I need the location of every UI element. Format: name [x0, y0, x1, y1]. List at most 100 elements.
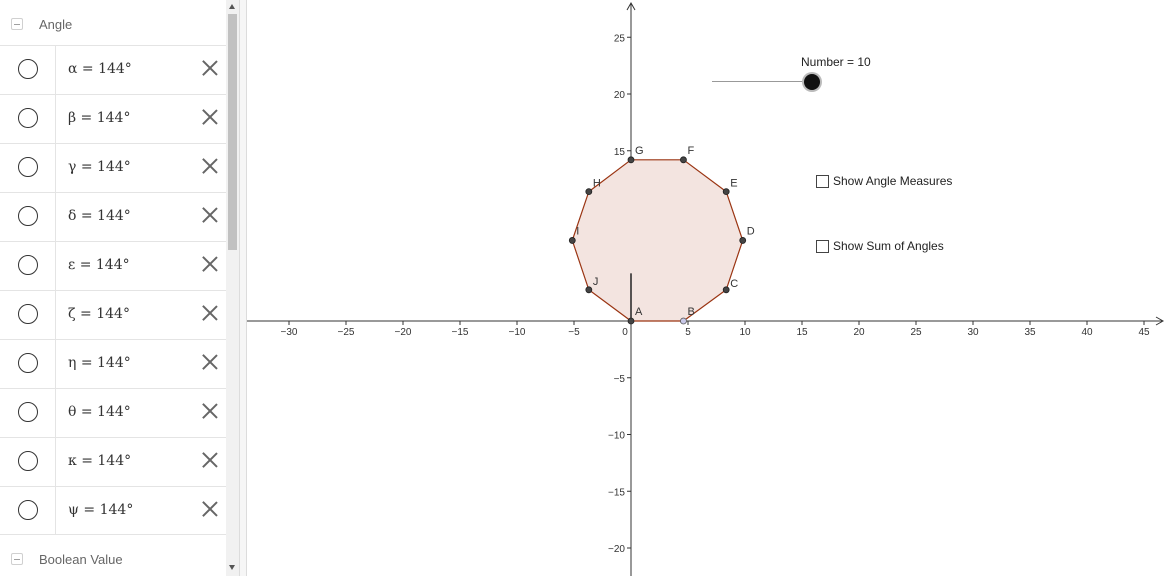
vertex-label-g: G: [635, 145, 644, 157]
vertex-label-j: J: [593, 276, 599, 288]
delete-icon[interactable]: [200, 352, 220, 372]
vertex-label-h: H: [593, 178, 601, 190]
visibility-toggle[interactable]: [18, 304, 38, 324]
x-tick-label: 25: [910, 327, 922, 338]
marble-cell: [0, 487, 56, 535]
graphics-view[interactable]: −30 −25 −20 −15 −10 −5 0 5 10 15 20 25 30 35 40 45 25 20 1…: [247, 0, 1168, 576]
visibility-toggle[interactable]: [18, 402, 38, 422]
x-tick-label: 15: [796, 327, 808, 338]
scroll-thumb[interactable]: [228, 14, 237, 250]
checkbox-label[interactable]: Show Angle Measures: [833, 174, 952, 188]
x-tick-label: −15: [452, 327, 469, 338]
x-tick-label: 10: [739, 327, 751, 338]
y-tick-label: 25: [614, 33, 626, 44]
vertex-point-h: [585, 188, 593, 196]
angle-row-gamma[interactable]: γ = 144°: [0, 143, 226, 192]
show-sum-of-angles-checkbox[interactable]: Show Sum of Angles: [816, 239, 944, 253]
x-tick-label: −10: [509, 327, 526, 338]
marble-cell: [0, 46, 56, 94]
visibility-toggle[interactable]: [18, 157, 38, 177]
group-header-boolean[interactable]: Boolean Value: [0, 537, 226, 576]
visibility-toggle[interactable]: [18, 353, 38, 373]
slider-label: Number = 10: [801, 55, 871, 69]
visibility-toggle[interactable]: [18, 451, 38, 471]
angle-formula[interactable]: ψ = 144°: [68, 502, 133, 518]
scroll-up-icon[interactable]: [229, 4, 235, 9]
angle-row-theta[interactable]: θ = 144°: [0, 388, 226, 437]
delete-icon[interactable]: [200, 401, 220, 421]
angle-row-beta[interactable]: β = 144°: [0, 94, 226, 143]
delete-icon[interactable]: [200, 107, 220, 127]
angle-formula[interactable]: α = 144°: [68, 61, 132, 77]
x-tick-label: 35: [1024, 327, 1036, 338]
delete-icon[interactable]: [200, 156, 220, 176]
angle-formula[interactable]: ζ = 144°: [68, 306, 130, 322]
algebra-scrollbar[interactable]: [226, 0, 239, 576]
slider-track[interactable]: [712, 81, 812, 82]
x-tick-label: −30: [281, 327, 298, 338]
angle-formula[interactable]: θ = 144°: [68, 404, 131, 420]
angle-formula[interactable]: ε = 144°: [68, 257, 130, 273]
marble-cell: [0, 95, 56, 143]
x-tick-label: 0: [622, 327, 628, 338]
angle-row-alpha[interactable]: α = 144°: [0, 45, 226, 94]
visibility-toggle[interactable]: [18, 59, 38, 79]
x-tick-label: 40: [1081, 327, 1093, 338]
y-tick-label: 20: [614, 90, 626, 101]
x-tick-label: 45: [1138, 327, 1150, 338]
x-tick-label: −20: [395, 327, 412, 338]
vertex-label-a: A: [635, 306, 643, 318]
group-header-angle[interactable]: Angle: [0, 2, 226, 46]
angle-formula[interactable]: γ = 144°: [68, 159, 131, 175]
angle-row-delta[interactable]: δ = 144°: [0, 192, 226, 241]
angle-row-psi[interactable]: ψ = 144°: [0, 486, 226, 535]
vertex-point-b: [680, 317, 687, 325]
angle-row-epsilon[interactable]: ε = 144°: [0, 241, 226, 290]
vertex-point-j: [585, 286, 593, 294]
marble-cell: [0, 389, 56, 437]
y-tick-label: −20: [608, 544, 625, 555]
angle-formula[interactable]: β = 144°: [68, 110, 130, 126]
scroll-down-icon[interactable]: [229, 565, 235, 570]
vertex-point-e: [722, 188, 730, 196]
visibility-toggle[interactable]: [18, 500, 38, 520]
delete-icon[interactable]: [200, 303, 220, 323]
visibility-toggle[interactable]: [18, 255, 38, 275]
marble-cell: [0, 291, 56, 339]
delete-icon[interactable]: [200, 254, 220, 274]
vertex-label-c: C: [730, 278, 738, 290]
vertex-label-i: I: [576, 225, 579, 237]
checkbox-box[interactable]: [816, 239, 829, 253]
vertex-label-e: E: [730, 178, 737, 190]
delete-icon[interactable]: [200, 205, 220, 225]
checkbox-box[interactable]: [816, 174, 829, 188]
vertex-label-f: F: [687, 145, 694, 157]
checkbox-label[interactable]: Show Sum of Angles: [833, 239, 944, 253]
y-tick-label: −10: [608, 431, 625, 442]
x-tick-label: 20: [853, 327, 865, 338]
collapse-icon[interactable]: [11, 18, 23, 30]
x-tick-label: 5: [685, 327, 691, 338]
visibility-toggle[interactable]: [18, 108, 38, 128]
marble-cell: [0, 193, 56, 241]
marble-cell: [0, 438, 56, 486]
angle-row-eta[interactable]: η = 144°: [0, 339, 226, 388]
vertex-point-g: [627, 156, 635, 164]
show-angle-measures-checkbox[interactable]: Show Angle Measures: [816, 174, 952, 188]
coordinate-plane[interactable]: −30 −25 −20 −15 −10 −5 0 5 10 15 20 25 30 35 40 45 25 20 1…: [247, 0, 1168, 576]
vertex-point-d: [739, 237, 747, 244]
angle-formula[interactable]: κ = 144°: [68, 453, 131, 469]
delete-icon[interactable]: [200, 499, 220, 519]
algebra-view: Angle α = 144° β = 144° γ = 144° δ = 144…: [0, 0, 226, 576]
angle-formula[interactable]: η = 144°: [68, 355, 131, 371]
x-tick-label: −25: [338, 327, 355, 338]
visibility-toggle[interactable]: [18, 206, 38, 226]
collapse-icon[interactable]: [11, 553, 23, 565]
angle-row-kappa[interactable]: κ = 144°: [0, 437, 226, 486]
slider-knob[interactable]: [804, 74, 820, 90]
angle-row-zeta[interactable]: ζ = 144°: [0, 290, 226, 339]
delete-icon[interactable]: [200, 58, 220, 78]
delete-icon[interactable]: [200, 450, 220, 470]
angle-formula[interactable]: δ = 144°: [68, 208, 131, 224]
view-divider[interactable]: [239, 0, 247, 576]
